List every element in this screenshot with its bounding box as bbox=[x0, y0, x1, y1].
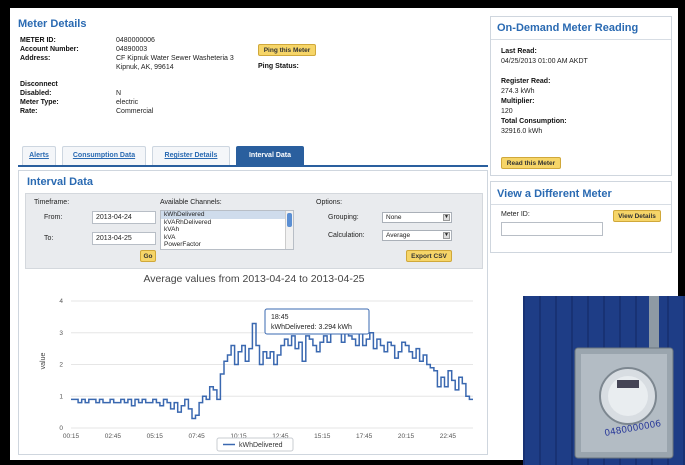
y-tick-label: 2 bbox=[59, 362, 63, 369]
y-axis-label: value bbox=[40, 353, 47, 370]
x-tick-label: 07:45 bbox=[188, 433, 205, 440]
options-label: Options: bbox=[316, 199, 343, 206]
interval-controls: Timeframe: From: 2013-04-24 To: 2013-04-… bbox=[25, 193, 483, 269]
chart-title: Average values from 2013-04-24 to 2013-0… bbox=[143, 273, 364, 285]
interval-data-panel: Interval Data Timeframe: From: 2013-04-2… bbox=[18, 170, 488, 455]
calculation-value: Average bbox=[386, 232, 411, 239]
total-consumption-value: 32916.0 kWh bbox=[501, 128, 543, 135]
grouping-select[interactable]: None ▼ bbox=[382, 212, 452, 223]
channel-option[interactable]: kVARhDelivered bbox=[161, 219, 293, 227]
field-label: Meter Type: bbox=[20, 99, 59, 106]
channels-listbox[interactable]: kWhDelivered kVARhDelivered kVAh kVA Pow… bbox=[160, 210, 294, 250]
multiplier-label: Multiplier: bbox=[501, 98, 535, 105]
register-read-label: Register Read: bbox=[501, 78, 551, 85]
divider bbox=[491, 39, 671, 40]
rate-value: Commercial bbox=[116, 108, 154, 115]
tab-underline bbox=[18, 165, 488, 167]
export-csv-button[interactable]: Export CSV bbox=[406, 250, 452, 262]
ping-status-label: Ping Status: bbox=[258, 63, 299, 70]
address-line2-value: Kipnuk, AK, 99614 bbox=[116, 64, 174, 71]
account-number-value: 04890003 bbox=[116, 46, 148, 53]
y-tick-label: 0 bbox=[59, 425, 63, 432]
field-label: Rate: bbox=[20, 108, 38, 115]
total-consumption-label: Total Consumption: bbox=[501, 118, 567, 125]
meter-type-value: electric bbox=[116, 99, 139, 106]
x-tick-label: 02:45 bbox=[105, 433, 122, 440]
y-tick-label: 4 bbox=[59, 298, 63, 305]
x-tick-label: 17:45 bbox=[356, 433, 373, 440]
disabled-value: N bbox=[116, 90, 122, 97]
tooltip-time: 18:45 bbox=[271, 314, 289, 321]
meter-details-panel: Meter Details METER ID: 0480000006 Accou… bbox=[18, 18, 488, 136]
ping-meter-button[interactable]: Ping this Meter bbox=[258, 44, 316, 56]
tooltip-value: kWhDelivered: 3.294 kWh bbox=[271, 324, 352, 331]
timeframe-label: Timeframe: bbox=[34, 199, 70, 206]
interval-data-title: Interval Data bbox=[27, 176, 94, 188]
grouping-value: None bbox=[386, 214, 402, 221]
legend-label: kWhDelivered bbox=[239, 442, 283, 449]
channel-option[interactable]: kWhDelivered bbox=[161, 211, 293, 219]
from-label: From: bbox=[44, 214, 63, 221]
meter-photo: 0480000006 bbox=[523, 296, 685, 465]
address-value: CF Kipnuk Water Sewer Washeteria 3 bbox=[116, 55, 234, 62]
to-label: To: bbox=[44, 235, 54, 242]
field-label: Disabled: bbox=[20, 90, 52, 97]
meter-photo-illustration: 0480000006 bbox=[523, 296, 685, 465]
go-button[interactable]: Go bbox=[140, 250, 156, 262]
last-read-value: 04/25/2013 01:00 AM AKDT bbox=[501, 58, 588, 65]
calculation-label: Calculation: bbox=[328, 232, 365, 239]
meter-id-row: METER ID: bbox=[20, 36, 56, 45]
read-meter-button[interactable]: Read this Meter bbox=[501, 157, 561, 169]
field-label: Address: bbox=[20, 55, 51, 62]
x-tick-label: 20:15 bbox=[398, 433, 415, 440]
to-date-input[interactable]: 2013-04-25 bbox=[92, 232, 156, 245]
last-read-label: Last Read: bbox=[501, 48, 537, 55]
grouping-label: Grouping: bbox=[328, 214, 359, 221]
meter-id-label: Meter ID: bbox=[501, 211, 530, 218]
view-different-meter-panel: View a Different Meter Meter ID: View De… bbox=[490, 181, 672, 253]
multiplier-value: 120 bbox=[501, 108, 513, 115]
ondemand-reading-panel: On-Demand Meter Reading Last Read: 04/25… bbox=[490, 16, 672, 176]
chevron-down-icon: ▼ bbox=[443, 214, 450, 221]
y-axis-ticks: 0 1 2 3 4 bbox=[59, 298, 63, 432]
channels-scrollbar[interactable] bbox=[285, 211, 293, 249]
channel-option[interactable]: PowerFactor bbox=[161, 241, 293, 249]
tab-interval-data[interactable]: Interval Data bbox=[236, 146, 304, 165]
channel-option[interactable]: kVAh bbox=[161, 226, 293, 234]
x-tick-label: 22:45 bbox=[440, 433, 457, 440]
meter-id-value: 0480000006 bbox=[116, 37, 155, 44]
x-tick-label: 00:15 bbox=[63, 433, 80, 440]
calculation-select[interactable]: Average ▼ bbox=[382, 230, 452, 241]
y-tick-label: 3 bbox=[59, 330, 63, 337]
y-tick-label: 1 bbox=[59, 393, 63, 400]
chart-legend[interactable]: kWhDelivered bbox=[216, 437, 294, 452]
available-channels-label: Available Channels: bbox=[160, 199, 222, 206]
meter-id-input[interactable] bbox=[501, 222, 603, 236]
chevron-down-icon: ▼ bbox=[443, 232, 450, 239]
chart-tooltip: 18:45 kWhDelivered: 3.294 kWh bbox=[264, 308, 370, 335]
field-label: Disconnect bbox=[20, 81, 58, 88]
view-meter-title: View a Different Meter bbox=[497, 188, 612, 200]
tab-alerts[interactable]: Alerts bbox=[22, 146, 56, 165]
interval-chart: Average values from 2013-04-24 to 2013-0… bbox=[40, 273, 473, 452]
field-label: Account Number: bbox=[20, 46, 79, 53]
series-line-kwhdelivered bbox=[71, 322, 473, 420]
divider bbox=[491, 204, 671, 205]
channel-option[interactable]: kVA bbox=[161, 234, 293, 242]
tab-register-details[interactable]: Register Details bbox=[152, 146, 230, 165]
scroll-thumb[interactable] bbox=[287, 213, 292, 227]
register-read-value: 274.3 kWh bbox=[501, 88, 535, 95]
field-label: METER ID: bbox=[20, 37, 56, 44]
ondemand-title: On-Demand Meter Reading bbox=[497, 22, 639, 34]
x-tick-label: 15:15 bbox=[314, 433, 331, 440]
tab-consumption-data[interactable]: Consumption Data bbox=[62, 146, 146, 165]
from-date-input[interactable]: 2013-04-24 bbox=[92, 211, 156, 224]
x-tick-label: 05:15 bbox=[147, 433, 164, 440]
view-details-button[interactable]: View Details bbox=[613, 210, 661, 222]
meter-details-title: Meter Details bbox=[18, 18, 87, 30]
